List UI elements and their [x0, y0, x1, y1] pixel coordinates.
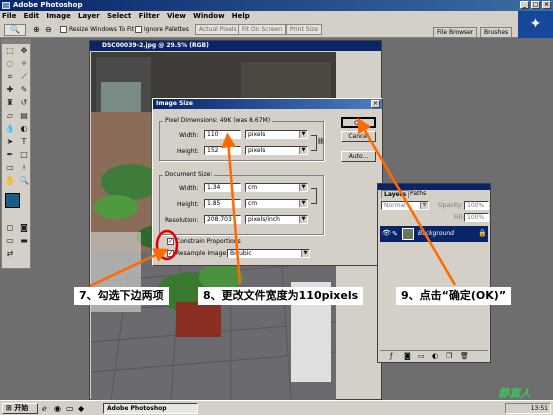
arrow-step7: [89, 248, 169, 288]
taskbar: ⊞ 开始 ℯ ◉ ▭ ◆ Adobe Photoshop 13:51: [0, 400, 553, 415]
annotation-arrows: [89, 117, 457, 288]
arrow-step9: [357, 117, 457, 286]
taskbar-photoshop[interactable]: Adobe Photoshop: [103, 403, 198, 414]
watermark: 静寞人: [498, 387, 531, 400]
callout-step7: 7、勾选下边两项: [74, 287, 169, 305]
callout-step8: 8、更改文件宽度为110pixels: [198, 287, 364, 305]
system-clock: 13:51: [505, 403, 551, 414]
quicklaunch-ie-icon[interactable]: ℯ: [42, 404, 47, 413]
arrow-step8: [221, 132, 242, 285]
callout-step9: 9、点击“确定(OK)”: [396, 287, 512, 305]
highlight-circle: [155, 229, 179, 261]
quicklaunch-desktop-icon[interactable]: ▭: [66, 404, 74, 413]
start-button[interactable]: ⊞ 开始: [2, 403, 38, 414]
quicklaunch-app-icon[interactable]: ◆: [78, 404, 84, 413]
windows-logo-icon: ⊞: [6, 404, 12, 412]
quicklaunch-media-icon[interactable]: ◉: [54, 404, 61, 413]
